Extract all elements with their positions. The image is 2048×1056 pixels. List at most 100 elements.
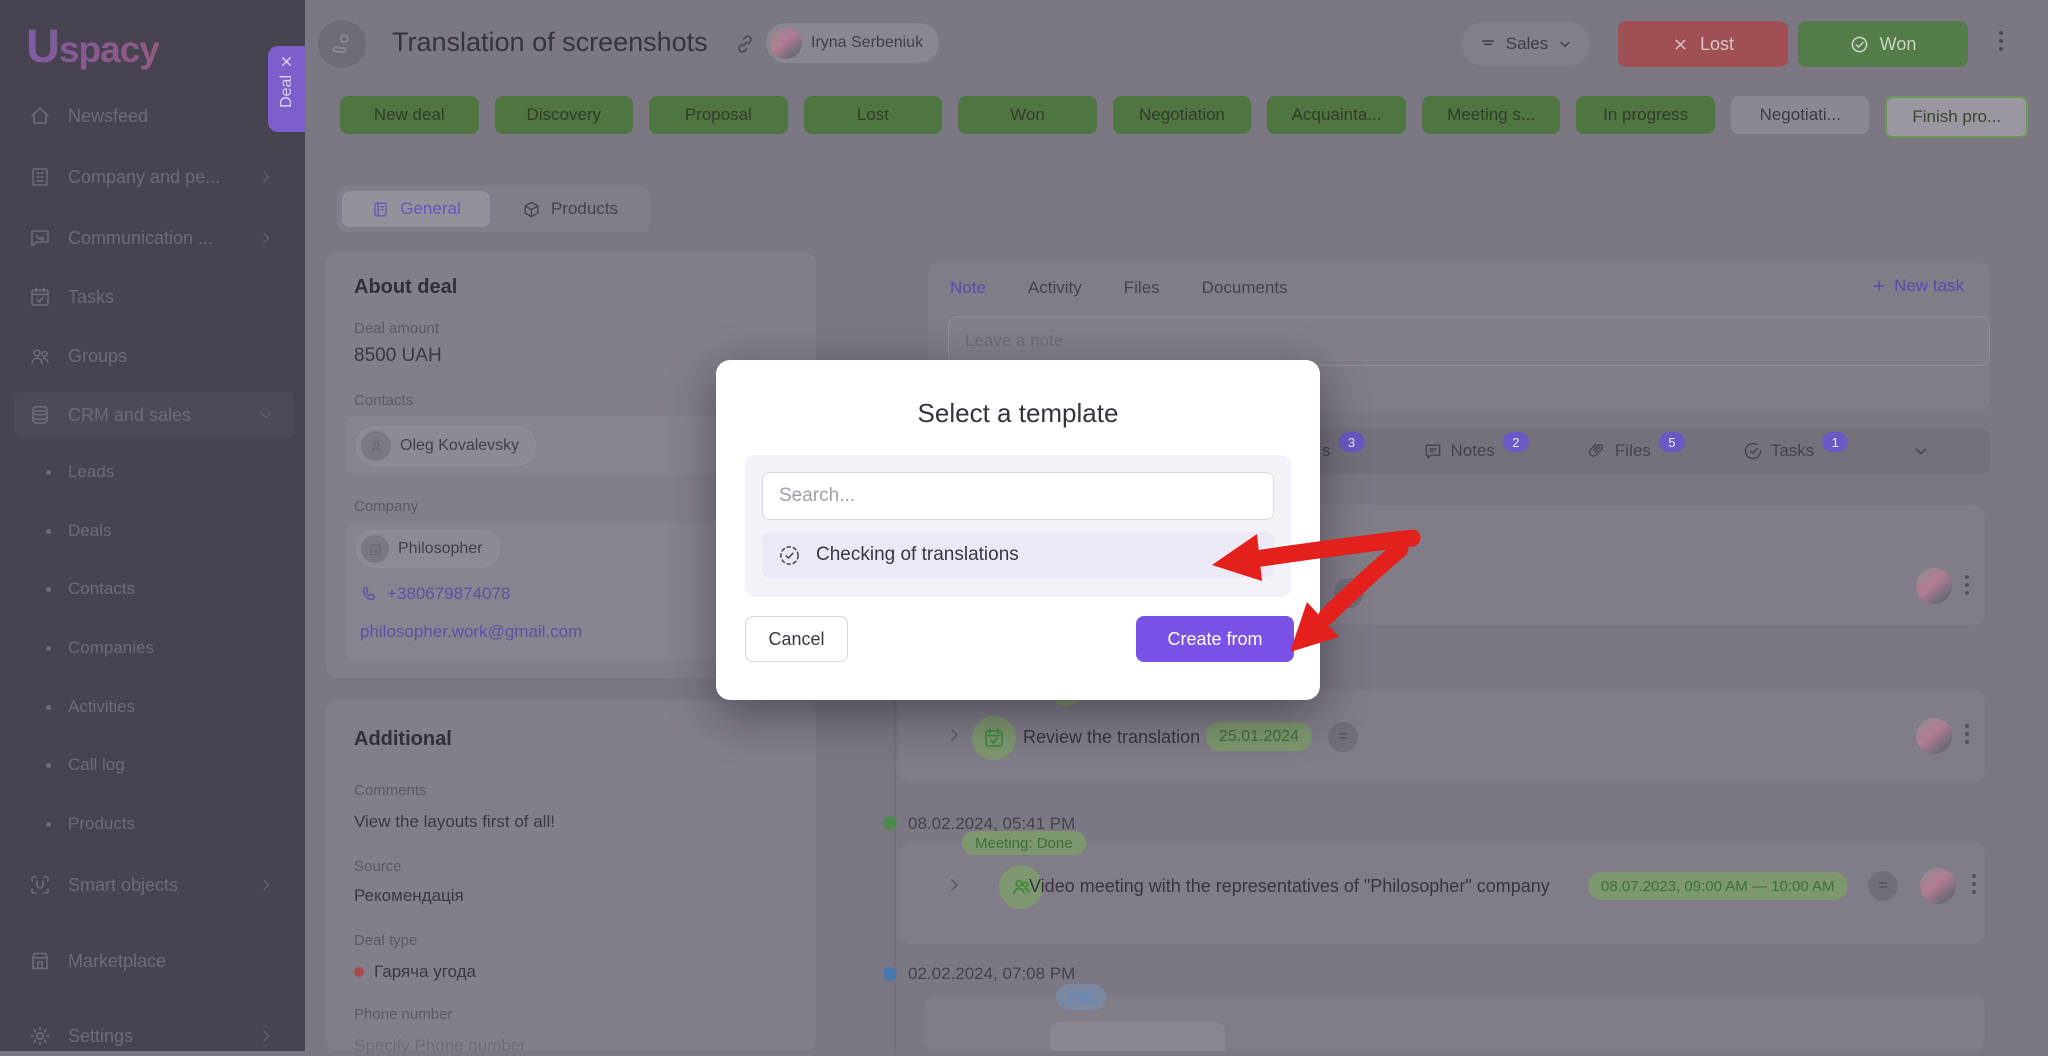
drag-handle-icon[interactable]: = [1334, 578, 1364, 608]
tab-general[interactable]: General [342, 191, 490, 227]
sidebar-item-newsfeed[interactable]: Newsfeed [28, 100, 280, 132]
phone-number: +380679874078 [387, 584, 511, 603]
timeline-card-meeting[interactable]: Meeting: Done Video meeting with the rep… [899, 831, 1985, 944]
stage-negotiation-2[interactable]: Negotiati... [1730, 96, 1870, 134]
template-search-input[interactable] [762, 472, 1274, 520]
expand-chevron-icon[interactable] [945, 726, 963, 744]
source-value[interactable]: Рекомендація [354, 886, 464, 906]
deal-type-label: Deal type [354, 932, 418, 949]
deal-amount-value[interactable]: 8500 UAH [354, 345, 442, 367]
sidebar-item-company-and-people[interactable]: Company and pe... [28, 161, 280, 193]
stage-meeting[interactable]: Meeting s... [1421, 96, 1561, 134]
bullet-icon [46, 821, 51, 827]
meeting-time-chip: 08.07.2023, 09:00 AM — 10:00 AM [1588, 872, 1848, 900]
stage-proposal[interactable]: Proposal [649, 96, 788, 134]
filter-chip-tasks[interactable]: Tasks 1 [1743, 432, 1849, 461]
sidebar-item-deals[interactable]: Deals [46, 517, 276, 545]
create-from-button[interactable]: Create from [1136, 616, 1294, 662]
page-title: Translation of screenshots [392, 27, 708, 57]
assignee-avatar[interactable] [1916, 568, 1952, 604]
x-icon [1672, 36, 1689, 53]
note-input[interactable] [948, 316, 1990, 366]
check-circle-icon [1743, 441, 1763, 461]
tab-note[interactable]: Note [950, 278, 986, 298]
email-link[interactable]: philosopher.work@gmail.com [360, 622, 582, 642]
sidebar-item-communication[interactable]: Communication ... [28, 222, 280, 254]
gear-icon [28, 1024, 52, 1048]
stage-lost[interactable]: Lost [803, 96, 943, 134]
stage-new-deal[interactable]: New deal [340, 96, 479, 134]
owner-avatar [770, 27, 802, 59]
assignee-avatar[interactable] [1916, 718, 1952, 754]
stage-in-progress[interactable]: In progress [1576, 96, 1715, 134]
template-option[interactable]: Checking of translations [762, 532, 1274, 578]
pipeline-stage-bar: New deal Discovery Proposal Lost Won Neg… [340, 96, 2029, 138]
file-thumbnail[interactable] [1050, 1022, 1225, 1051]
meeting-title[interactable]: Video meeting with the representatives o… [1029, 876, 1550, 897]
sidebar-item-marketplace[interactable]: Marketplace [28, 945, 280, 977]
sidebar-item-activities[interactable]: Activities [46, 693, 276, 721]
chevron-down-icon[interactable] [1912, 442, 1930, 460]
sidebar-item-crm-and-sales[interactable]: CRM and sales [14, 392, 294, 438]
filter-chip-files[interactable]: Files 5 [1587, 432, 1685, 461]
drag-handle-icon[interactable]: = [1868, 871, 1898, 901]
comments-label: Comments [354, 782, 427, 799]
card-more-menu[interactable] [1972, 874, 1976, 894]
tab-products[interactable]: Products [490, 191, 650, 227]
tab-activity[interactable]: Activity [1028, 278, 1082, 298]
lost-button[interactable]: Lost [1618, 21, 1788, 67]
timeline-card-file[interactable]: File [924, 984, 1985, 1051]
sidebar-item-contacts[interactable]: Contacts [46, 575, 276, 603]
contact-chip[interactable]: Oleg Kovalevsky [356, 426, 537, 466]
tab-files[interactable]: Files [1124, 278, 1160, 298]
phone-number-placeholder[interactable]: Specify Phone number [354, 1036, 526, 1056]
card-more-menu[interactable] [1965, 724, 1969, 744]
bullet-icon [46, 762, 51, 768]
comments-value[interactable]: View the layouts first of all! [354, 812, 555, 832]
deal-side-tab[interactable]: Deal [268, 46, 305, 132]
package-icon [522, 200, 541, 219]
owner-name: Iryna Serbeniuk [811, 34, 924, 51]
company-chip[interactable]: Philosopher [356, 530, 500, 568]
task-title[interactable]: Review the translation [1023, 727, 1200, 748]
about-deal-title: About deal [354, 276, 458, 298]
sidebar-item-leads[interactable]: Leads [46, 458, 276, 486]
sidebar-item-companies[interactable]: Companies [46, 634, 276, 662]
stage-negotiation[interactable]: Negotiation [1112, 96, 1252, 134]
funnel-selector[interactable]: Sales [1462, 22, 1590, 66]
filter-chip-partial[interactable]: s 3 [1322, 432, 1365, 461]
deal-tab-label: Deal [277, 75, 295, 108]
sidebar-item-products[interactable]: Products [46, 810, 276, 838]
close-icon[interactable] [279, 54, 294, 69]
filter-chip-notes[interactable]: Notes 2 [1423, 432, 1529, 461]
stage-acquaintance[interactable]: Acquainta... [1267, 96, 1406, 134]
expand-chevron-icon[interactable] [945, 876, 963, 894]
home-icon [28, 104, 52, 128]
sidebar-item-settings[interactable]: Settings [28, 1020, 280, 1052]
won-button[interactable]: Won [1798, 21, 1968, 67]
assignee-avatar[interactable] [1920, 868, 1956, 904]
sidebar-item-groups[interactable]: Groups [28, 340, 280, 372]
stage-discovery[interactable]: Discovery [494, 96, 634, 134]
header-more-menu[interactable] [1999, 31, 2003, 51]
cancel-button[interactable]: Cancel [745, 616, 848, 662]
uspacy-logo[interactable]: Uspacy [26, 18, 159, 73]
link-icon[interactable] [734, 33, 756, 55]
owner-chip[interactable]: Iryna Serbeniuk [766, 23, 940, 63]
sidebar-item-tasks[interactable]: Tasks [28, 281, 280, 313]
card-more-menu[interactable] [1965, 575, 1969, 595]
tab-documents[interactable]: Documents [1202, 278, 1288, 298]
new-task-button[interactable]: New task [1871, 276, 1964, 296]
deal-type-value[interactable]: Гаряча угода [354, 962, 476, 982]
count-badge: 5 [1658, 432, 1685, 452]
drag-handle-icon[interactable]: = [1328, 722, 1358, 752]
sidebar-item-smart-objects[interactable]: Smart objects [28, 869, 280, 901]
deal-amount-label: Deal amount [354, 320, 440, 337]
timeline-dot-green [883, 816, 897, 830]
note-icon [1423, 441, 1443, 461]
stage-won[interactable]: Won [958, 96, 1097, 134]
sidebar-item-call-log[interactable]: Call log [46, 751, 276, 779]
bullet-icon [46, 528, 51, 534]
stage-finish[interactable]: Finish pro... [1885, 96, 2029, 138]
phone-link[interactable]: +380679874078 [360, 584, 510, 604]
